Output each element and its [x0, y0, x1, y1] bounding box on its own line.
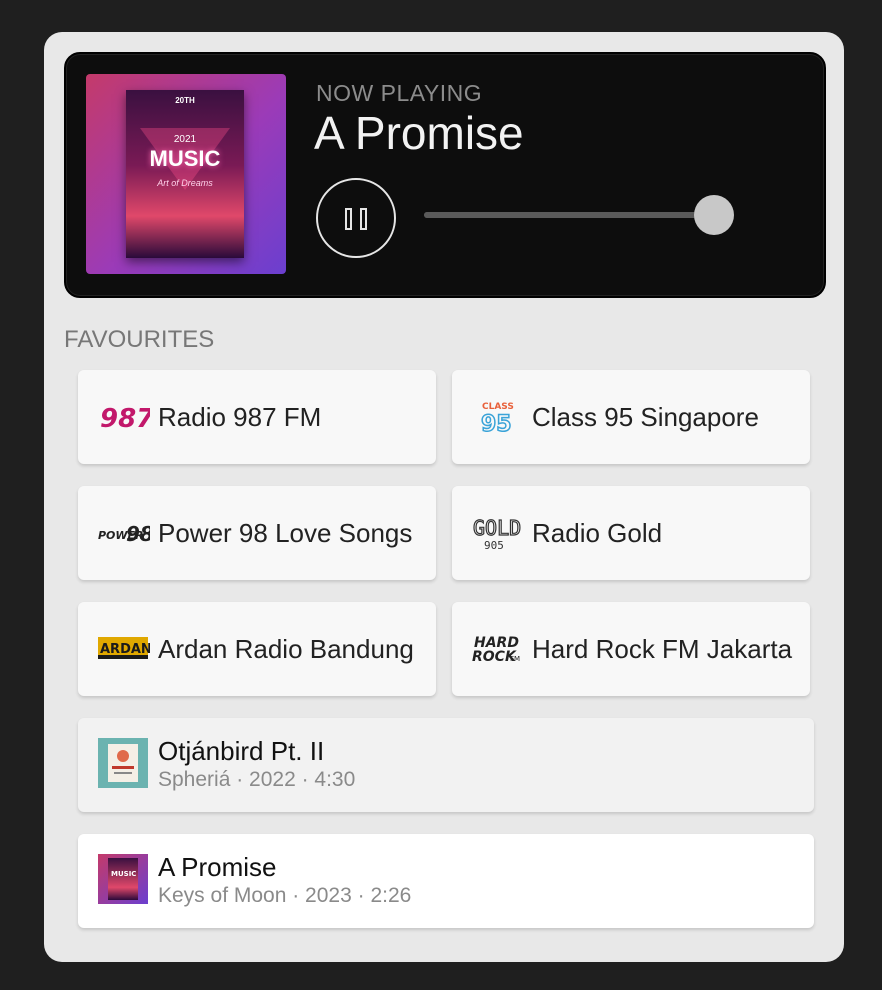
track-title: A Promise — [158, 852, 277, 882]
world-music-day-art — [98, 738, 148, 788]
music-poster-image: 20TH 2021 MUSIC Art of Dreams — [126, 90, 244, 258]
svg-text:FM: FM — [510, 655, 520, 663]
pause-button[interactable] — [316, 178, 396, 258]
radio-player-card: 20TH 2021 MUSIC Art of Dreams NOW PLAYIN… — [44, 32, 844, 962]
track-row-active[interactable]: MUSIC A Promise Keys of Moon · 2023 · 2:… — [78, 834, 814, 928]
now-playing-label: NOW PLAYING — [316, 80, 483, 106]
svg-text:905: 905 — [484, 539, 504, 552]
station-name: Power 98 Love Songs — [158, 517, 413, 548]
station-tile-radio-gold[interactable]: GOLD 905 Radio Gold — [452, 486, 810, 580]
track-meta: Spheriá · 2022 · 4:30 — [158, 768, 356, 791]
pause-icon — [345, 208, 352, 230]
station-tile-ardan[interactable]: ARDAN Ardan Radio Bandung — [78, 602, 436, 696]
now-playing-title: A Promise — [314, 107, 524, 159]
svg-text:CLASS: CLASS — [482, 402, 514, 412]
station-tile-hard-rock[interactable]: HARD ROCK FM Hard Rock FM Jakarta — [452, 602, 810, 696]
radio-987-logo-text: 987 — [100, 404, 150, 434]
progress-fill — [424, 212, 714, 218]
power-98-logo: POWER 98 — [98, 513, 150, 553]
album-art: 20TH 2021 MUSIC Art of Dreams — [86, 74, 286, 274]
station-name: Radio Gold — [532, 517, 663, 548]
svg-text:ARDAN: ARDAN — [100, 642, 150, 657]
station-tile-class-95[interactable]: CLASS 95 Class 95 Singapore — [452, 370, 810, 464]
pause-icon — [360, 208, 367, 230]
track-title: Otjánbird Pt. II — [158, 736, 325, 766]
poster-script: Art of Dreams — [157, 178, 213, 188]
station-name: Hard Rock FM Jakarta — [532, 633, 793, 664]
poster-year: 2021 — [173, 134, 197, 145]
class-95-logo: CLASS 95 — [472, 397, 524, 437]
poster-date: 20TH — [175, 96, 195, 105]
favourites-heading: FAVOURITES — [64, 326, 215, 353]
svg-text:MUSIC: MUSIC — [111, 870, 136, 878]
station-name: Ardan Radio Bandung — [158, 633, 414, 664]
music-poster-art: MUSIC — [98, 854, 148, 904]
progress-knob[interactable] — [694, 195, 734, 235]
radio-987-logo: 987 — [98, 397, 150, 437]
svg-text:95: 95 — [481, 412, 512, 437]
station-name: Class 95 Singapore — [532, 401, 759, 432]
track-meta: Keys of Moon · 2023 · 2:26 — [158, 884, 412, 907]
station-tile-power-98[interactable]: POWER 98 Power 98 Love Songs — [78, 486, 436, 580]
station-name: Radio 987 FM — [158, 401, 322, 432]
now-playing-panel: 20TH 2021 MUSIC Art of Dreams NOW PLAYIN… — [64, 52, 826, 298]
progress-slider[interactable] — [424, 195, 734, 235]
svg-text:GOLD: GOLD — [473, 516, 521, 540]
hard-rock-logo: HARD ROCK FM — [472, 629, 524, 669]
svg-text:98: 98 — [126, 522, 150, 546]
ardan-logo: ARDAN — [98, 629, 150, 669]
track-row[interactable]: Otjánbird Pt. II Spheriá · 2022 · 4:30 — [78, 718, 814, 812]
station-tile-radio-987[interactable]: 987 Radio 987 FM — [78, 370, 436, 464]
poster-word: MUSIC — [149, 146, 221, 171]
gold-905-logo: GOLD 905 — [472, 513, 524, 553]
